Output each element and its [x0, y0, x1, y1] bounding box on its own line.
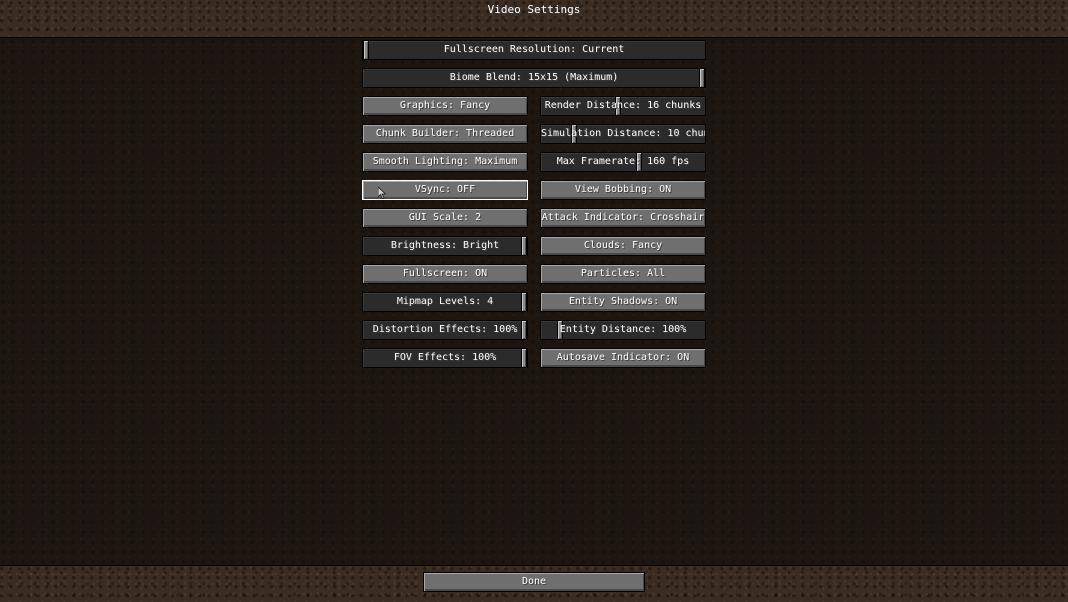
slider-handle[interactable] — [521, 237, 527, 255]
gui-scale-button[interactable]: GUI Scale: 2 — [362, 208, 528, 228]
brightness-slider[interactable]: Brightness: Bright — [362, 236, 528, 256]
slider-handle[interactable] — [521, 293, 527, 311]
slider-label: Entity Distance: 100% — [559, 324, 687, 335]
distortion-effects-slider[interactable]: Distortion Effects: 100% — [362, 320, 528, 340]
render-distance-slider[interactable]: Render Distance: 16 chunks — [540, 96, 706, 116]
slider-label: Mipmap Levels: 4 — [396, 296, 494, 307]
slider-handle[interactable] — [521, 321, 527, 339]
autosave-indicator-button[interactable]: Autosave Indicator: ON — [540, 348, 706, 368]
fov-effects-slider[interactable]: FOV Effects: 100% — [362, 348, 528, 368]
fullscreen-button[interactable]: Fullscreen: ON — [362, 264, 528, 284]
slider-label: Render Distance: 16 chunks — [544, 100, 702, 111]
biome-blend-slider[interactable]: Biome Blend: 15x15 (Maximum) — [362, 68, 706, 88]
max-framerate-slider[interactable]: Max Framerate: 160 fps — [540, 152, 706, 172]
view-bobbing-button[interactable]: View Bobbing: ON — [540, 180, 706, 200]
slider-label: Simulation Distance: 10 chunks — [541, 128, 706, 139]
mouse-pointer-icon — [378, 187, 386, 199]
slider-label: Max Framerate: 160 fps — [556, 156, 690, 167]
clouds-button[interactable]: Clouds: Fancy — [540, 236, 706, 256]
slider-label: Fullscreen Resolution: Current — [443, 44, 625, 55]
screen-title: Video Settings — [487, 3, 581, 16]
slider-handle[interactable] — [363, 41, 369, 59]
slider-label: Brightness: Bright — [390, 240, 500, 251]
graphics-button[interactable]: Graphics: Fancy — [362, 96, 528, 116]
fullscreen-resolution-slider[interactable]: Fullscreen Resolution: Current — [362, 40, 706, 60]
slider-label: FOV Effects: 100% — [393, 352, 497, 363]
vsync-button[interactable]: VSync: OFF — [362, 180, 528, 200]
particles-button[interactable]: Particles: All — [540, 264, 706, 284]
slider-handle[interactable] — [699, 69, 705, 87]
entity-shadows-button[interactable]: Entity Shadows: ON — [540, 292, 706, 312]
smooth-lighting-button[interactable]: Smooth Lighting: Maximum — [362, 152, 528, 172]
mipmap-levels-slider[interactable]: Mipmap Levels: 4 — [362, 292, 528, 312]
attack-indicator-button[interactable]: Attack Indicator: Crosshair — [540, 208, 706, 228]
slider-label: Biome Blend: 15x15 (Maximum) — [449, 72, 619, 83]
done-button[interactable]: Done — [423, 572, 645, 592]
slider-label: Distortion Effects: 100% — [372, 324, 518, 335]
slider-handle[interactable] — [521, 349, 527, 367]
simulation-distance-slider[interactable]: Simulation Distance: 10 chunks — [540, 124, 706, 144]
chunk-builder-button[interactable]: Chunk Builder: Threaded — [362, 124, 528, 144]
entity-distance-slider[interactable]: Entity Distance: 100% — [540, 320, 706, 340]
options-list[interactable] — [0, 38, 1068, 565]
